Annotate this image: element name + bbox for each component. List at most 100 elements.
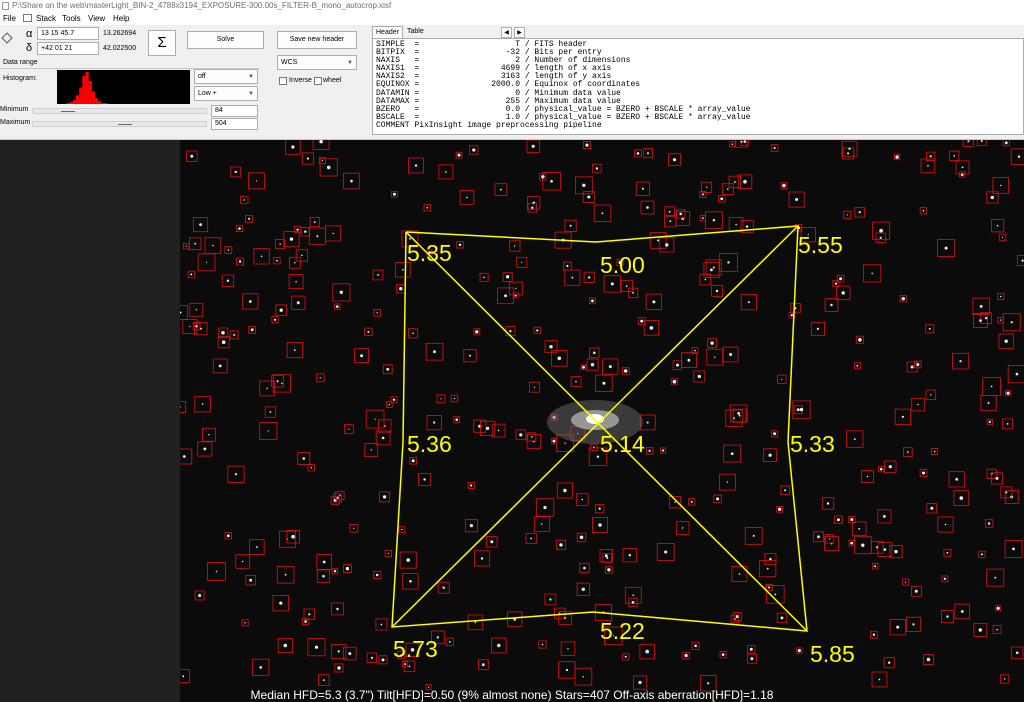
star-marker: [240, 195, 249, 205]
star-marker: [854, 362, 861, 370]
star-marker: [699, 273, 712, 286]
star-marker: [494, 183, 508, 196]
stretch-select[interactable]: off ▼: [194, 69, 258, 84]
star-marker: [777, 374, 787, 384]
menu-tools[interactable]: Tools: [62, 12, 81, 25]
star-marker: [688, 498, 696, 506]
star-marker: [995, 605, 1002, 612]
star-marker: [1002, 313, 1021, 332]
dec-input[interactable]: +42 01 21: [37, 42, 99, 55]
star-marker: [796, 647, 803, 654]
slider-thumb[interactable]: [61, 111, 75, 112]
star-marker: [275, 239, 286, 250]
sigma-button[interactable]: Σ: [148, 30, 176, 56]
maximum-value[interactable]: 504: [211, 118, 258, 130]
menu-view[interactable]: View: [88, 12, 105, 25]
star-marker: [842, 147, 855, 160]
star-marker: [836, 275, 845, 283]
histogram-bar: [98, 101, 102, 104]
star-marker: [937, 239, 956, 258]
star-marker: [899, 295, 907, 303]
star-marker: [527, 203, 538, 213]
star-marker: [253, 248, 270, 265]
star-marker: [312, 140, 330, 150]
fits-header-view[interactable]: SIMPLE = T / FITS header BITPIX = -32 / B…: [372, 38, 1024, 135]
star-marker: [984, 519, 994, 528]
star-marker: [788, 191, 805, 208]
menu-file[interactable]: File: [3, 12, 16, 25]
next-arrow-icon[interactable]: ▶: [514, 27, 525, 38]
star-marker: [331, 602, 344, 616]
range-select[interactable]: Low + ▼: [194, 86, 258, 101]
star-marker: [373, 309, 381, 317]
chevron-down-icon: ▼: [347, 60, 353, 66]
hfd-label-bottom-right: 5.85: [810, 641, 855, 667]
menu-help[interactable]: Help: [113, 12, 129, 25]
star-marker: [659, 447, 667, 454]
histogram-bar: [88, 80, 92, 104]
menu-stack[interactable]: Stack: [36, 12, 56, 25]
star-marker: [399, 551, 417, 569]
star-marker: [861, 470, 874, 484]
inverse-checkbox[interactable]: [279, 77, 287, 85]
star-marker: [182, 243, 190, 250]
solve-button[interactable]: Solve: [187, 31, 264, 49]
maximum-slider[interactable]: [32, 121, 207, 127]
star-marker: [903, 447, 913, 457]
star-marker: [526, 196, 541, 210]
star-marker: [649, 232, 667, 249]
star-marker: [810, 321, 825, 337]
star-marker: [375, 618, 388, 631]
star-marker: [919, 207, 928, 215]
range-value: Low +: [198, 90, 217, 97]
projection-value: WCS: [281, 59, 298, 66]
hfd-label-top-left: 5.35: [407, 240, 452, 266]
image-viewer[interactable]: 5.35 5.00 5.55 5.36 5.14 5.33 5.73 5.22 5.85: [180, 140, 1024, 702]
star-marker: [349, 523, 359, 533]
star-marker: [528, 381, 540, 393]
slider-thumb[interactable]: [118, 124, 132, 125]
star-marker: [574, 667, 593, 686]
alpha-label: α: [26, 28, 33, 40]
star-marker: [575, 493, 589, 506]
minimum-value[interactable]: 84: [211, 105, 258, 117]
star-marker: [564, 219, 577, 232]
hfd-label-bottom-center: 5.22: [600, 618, 645, 644]
tab-header[interactable]: Header: [372, 26, 403, 38]
star-marker: [544, 340, 558, 354]
star-marker: [894, 408, 912, 425]
star-marker: [986, 418, 993, 426]
histogram-bar: [76, 95, 80, 104]
star-marker: [931, 447, 939, 455]
star-marker: [780, 485, 790, 495]
star-marker: [297, 452, 311, 465]
star-marker: [373, 571, 382, 579]
star-marker: [691, 641, 700, 650]
star-marker: [288, 274, 304, 290]
star-marker: [473, 328, 481, 336]
star-marker: [224, 532, 232, 540]
app-icon: [2, 2, 9, 10]
star-marker: [602, 358, 619, 375]
star-marker: [906, 616, 922, 632]
star-marker: [308, 227, 326, 245]
star-marker: [515, 429, 527, 441]
minimum-slider[interactable]: [32, 108, 207, 114]
star-marker: [366, 652, 378, 664]
tab-table[interactable]: Table: [404, 26, 427, 38]
prev-arrow-icon[interactable]: ◀: [501, 27, 512, 38]
star-marker: [450, 394, 459, 403]
projection-select[interactable]: WCS ▼: [277, 55, 357, 70]
ra-input[interactable]: 13 15 45.7: [37, 27, 99, 40]
wheel-checkbox[interactable]: [314, 77, 322, 85]
star-marker: [342, 646, 357, 661]
star-marker: [473, 419, 487, 433]
save-new-header-button[interactable]: Save new header: [277, 31, 357, 49]
star-marker: [467, 481, 475, 489]
star-marker: [342, 564, 352, 574]
dec-decimal: 42.022500: [103, 45, 137, 52]
star-marker: [230, 166, 242, 178]
star-marker: [248, 325, 257, 334]
fits-header-line: COMMENT PixInsight image preprocessing p…: [376, 120, 602, 130]
star-marker: [722, 346, 739, 363]
